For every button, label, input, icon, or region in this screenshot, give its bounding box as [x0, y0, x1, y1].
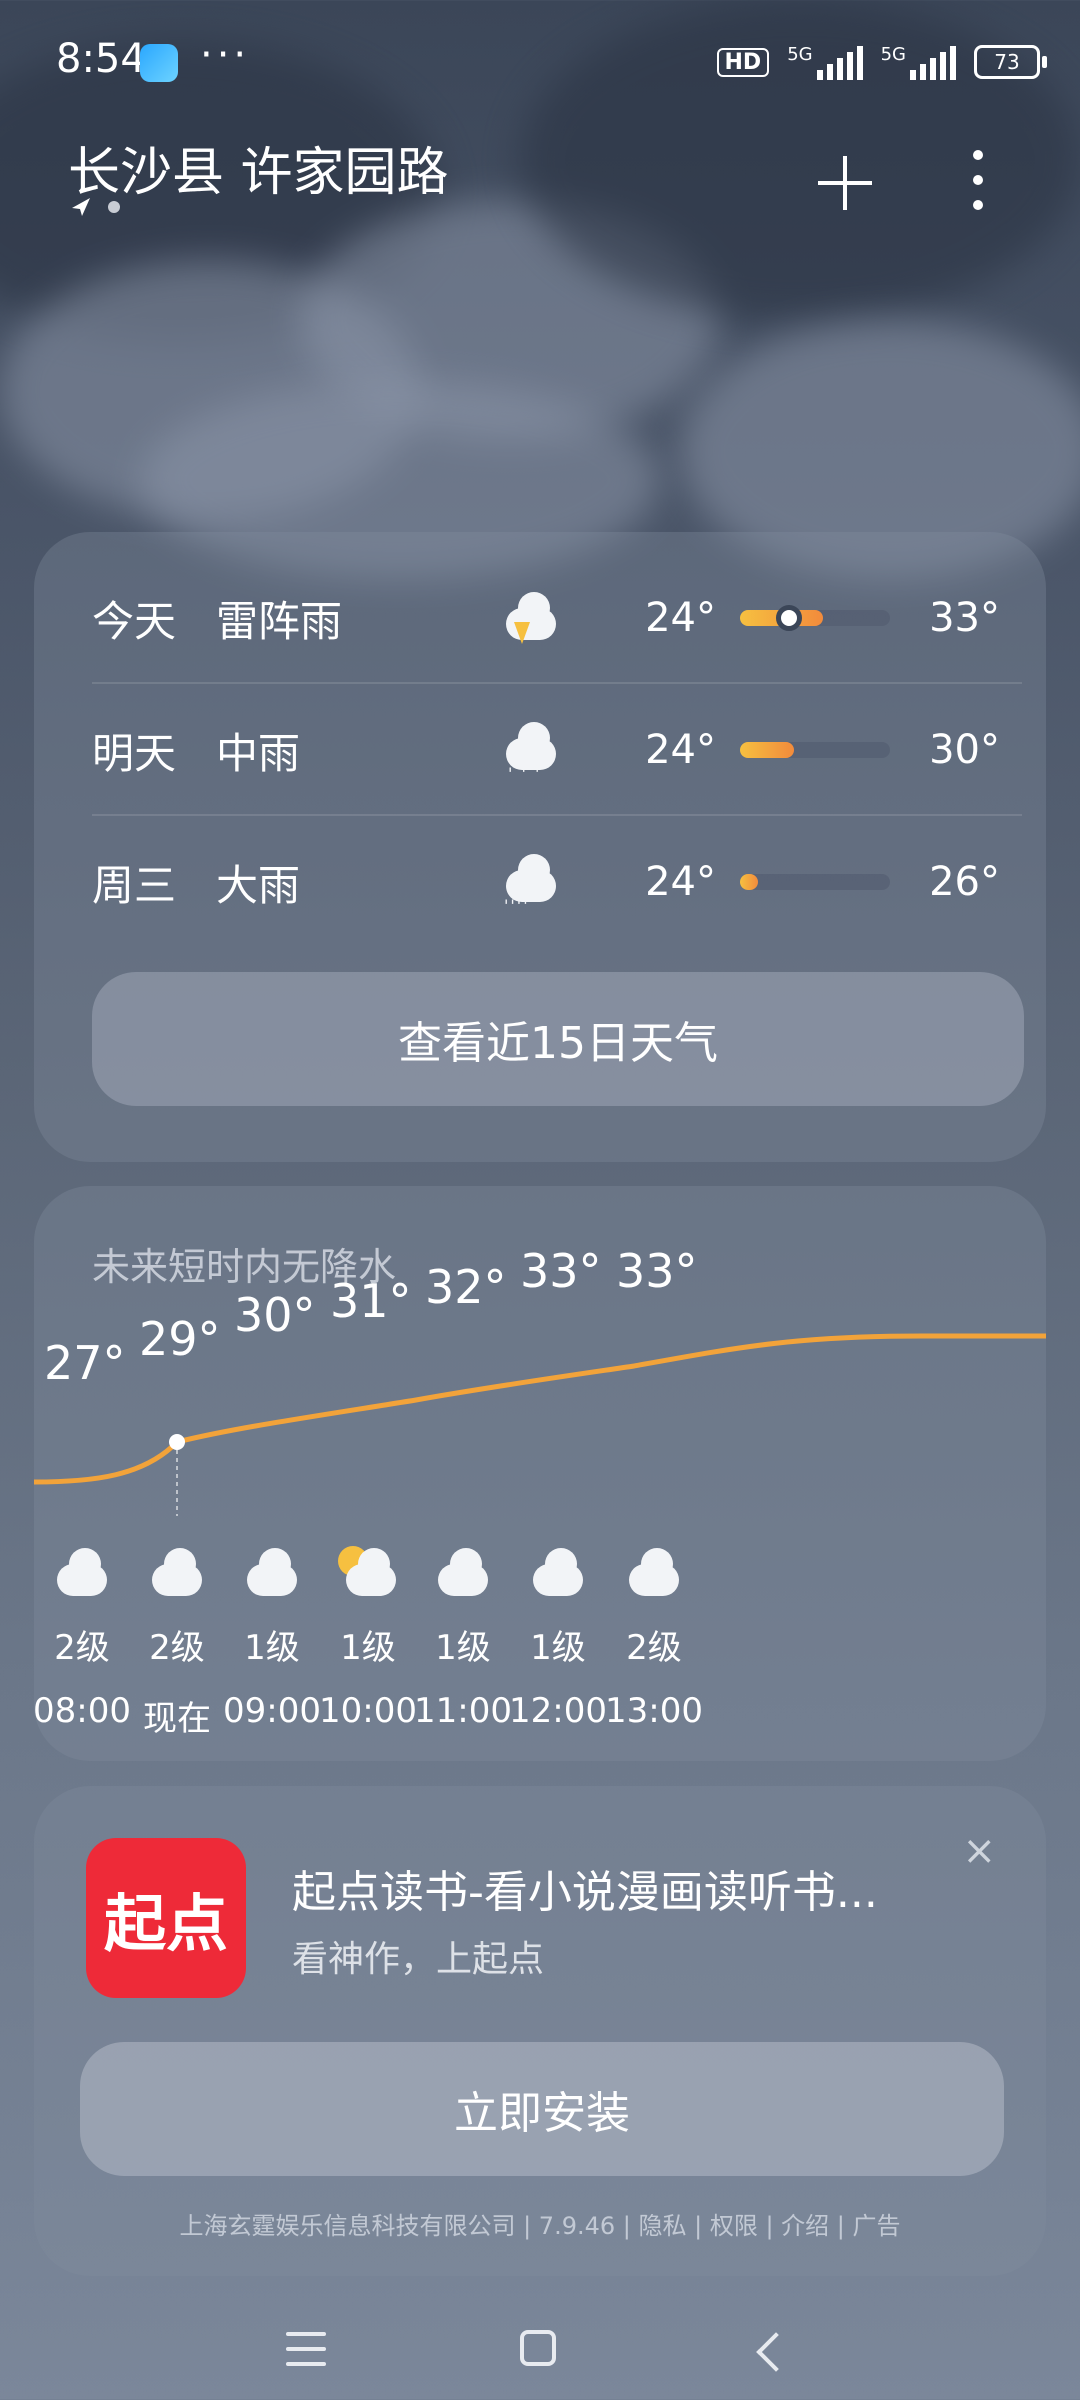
back-button[interactable]: [756, 2332, 796, 2372]
cloudy-icon: [624, 1546, 684, 1596]
hourly-temp-label: 27°: [44, 1336, 126, 1390]
forecast-condition: 中雨: [216, 728, 301, 778]
signal-icon: 5G: [787, 44, 863, 80]
recent-apps-button[interactable]: [286, 2332, 326, 2366]
forecast-high: 30°: [929, 727, 1000, 773]
view-15-day-forecast-button[interactable]: 查看近15日天气: [92, 972, 1024, 1106]
temp-range-bar: [740, 605, 890, 631]
status-bar: 8:54 ··· HD 5G 5G 73: [0, 0, 1080, 120]
forecast-high: 33°: [929, 595, 1000, 641]
hourly-temp-label: 33°: [616, 1244, 698, 1298]
forecast-high: 26°: [929, 859, 1000, 905]
temp-range-bar: [740, 742, 890, 758]
install-button[interactable]: 立即安装: [80, 2042, 1004, 2176]
notification-app-icon: [140, 44, 178, 82]
hourly-forecast-card[interactable]: 未来短时内无降水 27° 2级 08:00 29° 2级 现在 30° 1级 09:00 31° 1…: [33, 1186, 1046, 1761]
partly-cloudy-icon: [338, 1546, 398, 1596]
status-time: 8:54: [56, 36, 146, 82]
forecast-row[interactable]: 周三 大雨 '''' 24° 26°: [92, 816, 1022, 948]
forecast-day: 周三: [92, 860, 177, 910]
forecast-low: 24°: [645, 727, 716, 773]
location-indicator: [70, 196, 120, 218]
more-options-button[interactable]: [958, 150, 998, 210]
ad-subtitle: 看神作，上起点: [292, 1939, 545, 1980]
cloudy-icon: [242, 1546, 302, 1596]
cloudy-icon: [52, 1546, 112, 1596]
hourly-temp-label: 31°: [330, 1274, 412, 1328]
forecast-condition: 大雨: [216, 860, 301, 910]
more-notifications-icon: ···: [200, 32, 251, 78]
signal-icon-2: 5G: [881, 44, 956, 80]
forecast-condition: 雷阵雨: [216, 596, 343, 646]
forecast-row[interactable]: 今天 雷阵雨 24° 33°: [92, 552, 1022, 684]
ad-title[interactable]: 起点读书-看小说漫画读听书...: [292, 1856, 878, 1920]
heavy-rain-icon: '''': [486, 852, 626, 915]
hourly-temp-label: 29°: [139, 1312, 221, 1366]
hourly-time: 13:00: [605, 1691, 703, 1731]
page-dot-icon: [108, 201, 120, 213]
cloudy-icon: [147, 1546, 207, 1596]
ad-card: 起点 起点读书-看小说漫画读听书... 看神作，上起点 × 立即安装 上海玄霆娱…: [34, 1786, 1046, 2276]
ad-footer-info: 上海玄霆娱乐信息科技有限公司 | 7.9.46 | 隐私 | 权限 | 介绍 |…: [179, 2212, 901, 2240]
hd-voice-icon: HD: [716, 47, 770, 77]
rain-icon: ' ' ': [486, 720, 626, 783]
qidian-app-logo[interactable]: 起点: [86, 1838, 246, 1998]
battery-icon: 73: [974, 45, 1047, 79]
forecast-low: 24°: [645, 595, 716, 641]
home-button[interactable]: [520, 2330, 556, 2366]
hourly-temp-label: 30°: [234, 1288, 316, 1342]
hourly-temp-label: 32°: [425, 1260, 507, 1314]
close-ad-icon[interactable]: ×: [962, 1828, 996, 1874]
location-arrow-icon: [72, 198, 90, 216]
hourly-wind-level: 2级: [626, 1628, 682, 1668]
add-city-button[interactable]: [810, 148, 880, 218]
hourly-temp-label: 33°: [520, 1244, 602, 1298]
system-nav-bar: [0, 2290, 1080, 2400]
cloudy-icon: [433, 1546, 493, 1596]
current-temp-marker: [775, 605, 802, 631]
thunderstorm-icon: [486, 588, 626, 648]
hourly-item[interactable]: 2级 13:00: [581, 1546, 727, 1731]
location-title[interactable]: 长沙县 许家园路: [68, 130, 449, 205]
forecast-card: 今天 雷阵雨 24° 33° 明天 中雨 ' ' ' 24° 30° 周三 大雨: [34, 532, 1046, 1162]
cloudy-icon: [528, 1546, 588, 1596]
forecast-row[interactable]: 明天 中雨 ' ' ' 24° 30°: [92, 684, 1022, 816]
forecast-low: 24°: [645, 859, 716, 905]
forecast-day: 今天: [92, 596, 177, 646]
temp-range-bar: [740, 874, 890, 890]
forecast-day: 明天: [92, 728, 177, 778]
